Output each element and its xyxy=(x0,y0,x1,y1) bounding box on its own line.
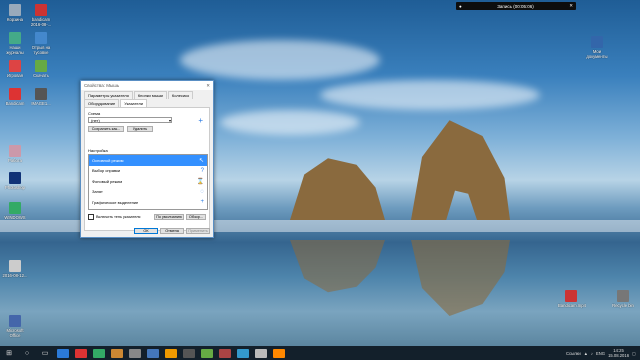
desktop-icon-7[interactable]: Bandicam xyxy=(2,88,28,106)
taskbar-app-icon[interactable] xyxy=(129,348,141,358)
list-item[interactable]: Фоновый режим ⌛ xyxy=(89,176,207,187)
list-item[interactable]: Графическое выделение + xyxy=(89,197,207,208)
desktop-icon-5[interactable]: Игровая xyxy=(2,60,28,78)
shadow-label: Включить тень указателя xyxy=(96,215,141,219)
desktop-icon-9[interactable]: Работа xyxy=(2,145,28,163)
rock-arch xyxy=(411,120,510,220)
language-indicator[interactable]: ENG xyxy=(596,351,605,356)
recording-title: Запись (00:05:06) xyxy=(497,3,534,9)
scheme-label: Схема xyxy=(88,111,101,116)
browse-button[interactable]: Обзор... xyxy=(186,214,206,220)
apply-button[interactable]: Применить xyxy=(186,228,210,234)
network-icon[interactable]: ▲ xyxy=(584,351,588,356)
desktop-icon-3[interactable]: Наши журналы xyxy=(2,32,28,55)
taskbar-app-icon[interactable] xyxy=(183,348,195,358)
desktop-icon-15[interactable]: Bandicam.mp4 xyxy=(558,290,586,308)
tab-wheel[interactable]: Колесико xyxy=(167,91,194,99)
tab-buttons[interactable]: Кнопки мыши xyxy=(133,91,167,99)
recording-toolbar[interactable]: ● Запись (00:05:06) ✕ xyxy=(456,2,576,10)
pointers-panel: Схема (нет) ▾ Сохранить как... Удалить + … xyxy=(84,107,210,231)
search-icon[interactable]: ○ xyxy=(18,346,36,360)
desktop-icon-13[interactable]: Microsoft Office xyxy=(2,315,28,338)
clock[interactable]: 14:25 15.08.2016 xyxy=(608,348,629,358)
desktop-icon-2[interactable]: bandicam 2016-08-... xyxy=(28,4,54,27)
taskbar-app-icon[interactable] xyxy=(57,348,69,358)
save-as-button[interactable]: Сохранить как... xyxy=(88,126,124,132)
taskbar-app-icon[interactable] xyxy=(237,348,249,358)
desktop-icon-12[interactable]: 2016-08-12... xyxy=(2,260,28,278)
taskbar-app-icon[interactable] xyxy=(201,348,213,358)
taskbar-app-icon[interactable] xyxy=(93,348,105,358)
default-button[interactable]: По умолчанию xyxy=(154,214,184,220)
list-item[interactable]: Основной режим ↖ xyxy=(89,155,207,166)
taskbar-app-icon[interactable] xyxy=(111,348,123,358)
cursor-list: Основной режим ↖ Выбор справки? Фоновый р… xyxy=(88,154,208,210)
ok-button[interactable]: ОК xyxy=(134,228,158,234)
scheme-select[interactable]: (нет) ▾ xyxy=(88,117,172,123)
camera-icon[interactable]: ● xyxy=(459,4,462,9)
chevron-down-icon: ▾ xyxy=(168,117,171,123)
start-button[interactable]: ⊞ xyxy=(0,346,18,360)
taskbar: ⊞ ○ ▭ Ссылки ▲ ♪ ENG 14:25 15.08.2016 ▢ xyxy=(0,346,640,360)
rock-left xyxy=(290,158,385,220)
taskbar-app-icon[interactable] xyxy=(75,348,87,358)
task-view-icon[interactable]: ▭ xyxy=(36,346,54,360)
close-icon[interactable]: ✕ xyxy=(206,83,210,89)
dialog-titlebar[interactable]: Свойства: Мышь ✕ xyxy=(81,81,213,90)
desktop-wallpaper: Корзина bandicam 2016-08-... Наши журнал… xyxy=(0,0,640,346)
taskbar-app-icon[interactable] xyxy=(219,348,231,358)
taskbar-app-icon[interactable] xyxy=(147,348,159,358)
list-item[interactable]: Выбор справки? xyxy=(89,166,207,177)
cancel-button[interactable]: Отмена xyxy=(160,228,184,234)
desktop-icon-11[interactable]: WINDOWS xyxy=(2,202,28,220)
desktop-icon-16[interactable]: Recycle bin xyxy=(610,290,636,308)
links-label[interactable]: Ссылки xyxy=(566,351,581,356)
preview-cursor-icon: + xyxy=(198,116,203,125)
dialog-title: Свойства: Мышь xyxy=(84,83,120,88)
delete-button[interactable]: Удалить xyxy=(127,126,153,132)
desktop-icon-14[interactable]: Мои документы xyxy=(584,36,610,59)
desktop-icon-4[interactable]: Отрыв на тусовке xyxy=(28,32,54,55)
list-item[interactable]: Занят ◌ xyxy=(89,187,207,198)
tab-pointers[interactable]: Указатели xyxy=(120,99,148,107)
mouse-properties-dialog: Свойства: Мышь ✕ Параметры указателя Кно… xyxy=(80,80,214,238)
tab-hardware[interactable]: Оборудование xyxy=(84,99,120,107)
taskbar-app-icon[interactable] xyxy=(165,348,177,358)
taskbar-app-icon[interactable] xyxy=(273,348,285,358)
customize-label: Настройка xyxy=(88,148,108,153)
desktop-icon-6[interactable]: Скачать xyxy=(28,60,54,78)
close-icon[interactable]: ✕ xyxy=(569,3,573,9)
tab-strip: Параметры указателя Кнопки мыши Колесико… xyxy=(81,90,213,107)
desktop-icon-8[interactable]: IMAGE1... xyxy=(28,88,54,106)
system-tray: Ссылки ▲ ♪ ENG 14:25 15.08.2016 ▢ xyxy=(566,346,636,360)
notification-icon[interactable]: ▢ xyxy=(632,351,636,356)
shadow-checkbox[interactable] xyxy=(88,214,94,220)
desktop-icon-1[interactable]: Корзина xyxy=(2,4,28,22)
desktop-icon-10[interactable]: Photoshop xyxy=(2,172,28,190)
tab-pointer-options[interactable]: Параметры указателя xyxy=(84,91,133,99)
volume-icon[interactable]: ♪ xyxy=(591,351,593,356)
taskbar-app-icon[interactable] xyxy=(255,348,267,358)
